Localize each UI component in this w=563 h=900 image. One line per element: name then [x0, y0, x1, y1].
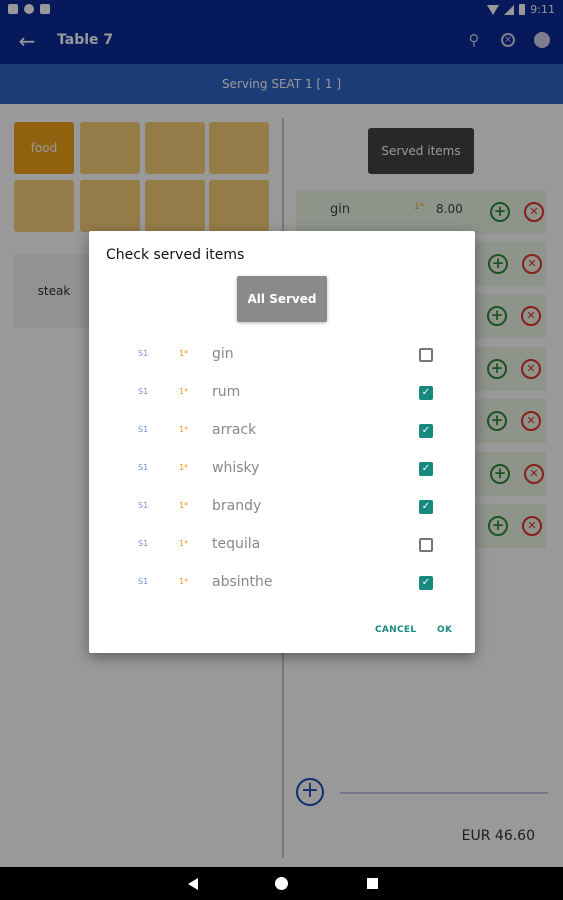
item-qty: 1* [179, 577, 189, 586]
check-served-dialog: Check served items All Served S1 1* gin … [89, 231, 475, 653]
served-checkbox[interactable]: ✓ [419, 576, 433, 590]
item-name: gin [212, 346, 234, 362]
seat-label: S1 [138, 463, 149, 472]
item-qty: 1* [179, 463, 189, 472]
served-checkbox[interactable]: ✓ [419, 386, 433, 400]
item-name: absinthe [212, 574, 273, 590]
item-qty: 1* [179, 349, 189, 358]
served-checkbox[interactable]: ✓ [419, 424, 433, 438]
served-item-row: S1 1* brandy ✓ [89, 492, 475, 522]
served-item-row: S1 1* tequila [89, 530, 475, 560]
item-name: rum [212, 384, 241, 400]
nav-recents-icon[interactable] [367, 878, 378, 889]
item-qty: 1* [179, 387, 189, 396]
served-item-row: S1 1* gin [89, 340, 475, 370]
served-checkbox[interactable]: ✓ [419, 462, 433, 476]
seat-label: S1 [138, 577, 149, 586]
dialog-title: Check served items [106, 247, 245, 263]
nav-back-icon[interactable] [188, 878, 198, 890]
seat-label: S1 [138, 425, 149, 434]
item-name: brandy [212, 498, 262, 514]
served-checkbox[interactable]: ✓ [419, 500, 433, 514]
all-served-button[interactable]: All Served [237, 276, 327, 322]
item-qty: 1* [179, 501, 189, 510]
item-qty: 1* [179, 425, 189, 434]
item-name: whisky [212, 460, 260, 476]
seat-label: S1 [138, 539, 149, 548]
served-checkbox[interactable] [419, 538, 433, 552]
served-item-row: S1 1* rum ✓ [89, 378, 475, 408]
item-qty: 1* [179, 539, 189, 548]
item-name: arrack [212, 422, 257, 438]
served-item-row: S1 1* whisky ✓ [89, 454, 475, 484]
ok-button[interactable]: OK [437, 625, 452, 635]
nav-home-icon[interactable] [275, 877, 288, 890]
system-nav-bar [0, 867, 563, 900]
seat-label: S1 [138, 501, 149, 510]
seat-label: S1 [138, 349, 149, 358]
cancel-button[interactable]: CANCEL [375, 625, 416, 635]
served-checkbox[interactable] [419, 348, 433, 362]
served-item-row: S1 1* arrack ✓ [89, 416, 475, 446]
seat-label: S1 [138, 387, 149, 396]
served-item-row: S1 1* absinthe ✓ [89, 568, 475, 598]
item-name: tequila [212, 536, 261, 552]
